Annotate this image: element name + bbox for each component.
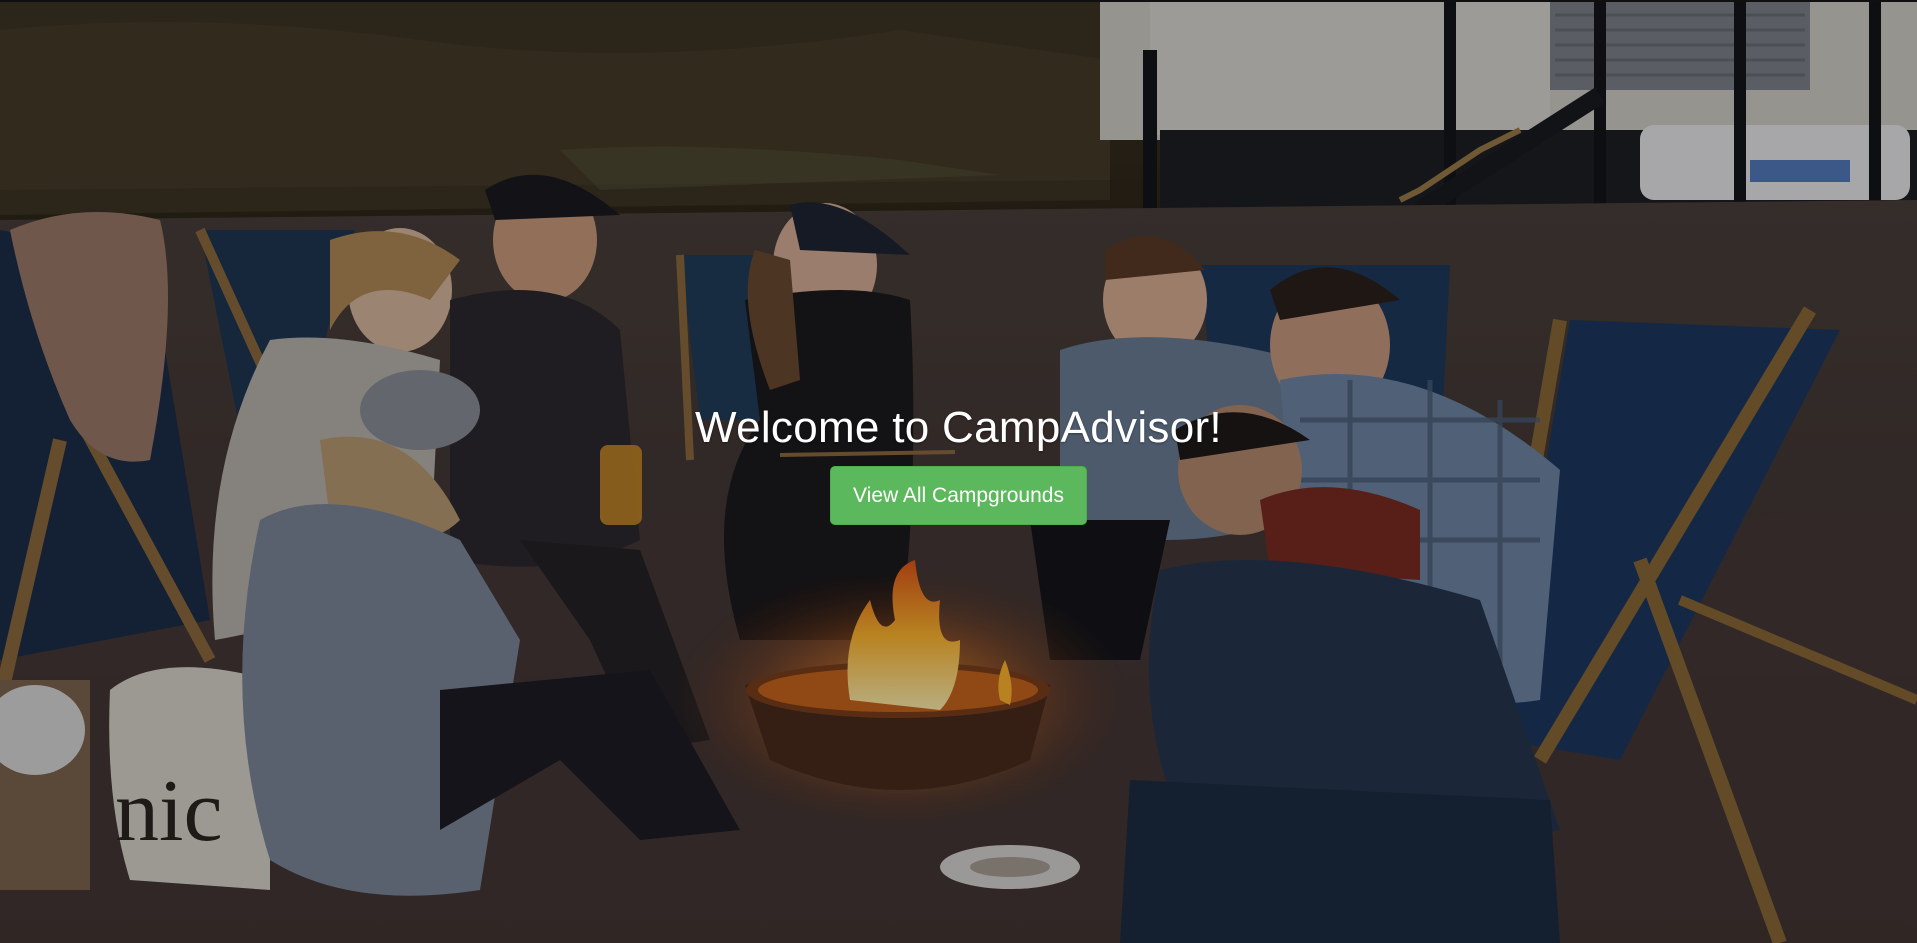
hero-content: Welcome to CampAdvisor! View All Campgro… [0,400,1917,525]
page-title: Welcome to CampAdvisor! [695,403,1222,452]
landing-hero: nic Welcome to CampAdvisor! View All Cam… [0,0,1917,943]
top-border [0,0,1917,2]
view-all-campgrounds-button[interactable]: View All Campgrounds [830,466,1087,525]
